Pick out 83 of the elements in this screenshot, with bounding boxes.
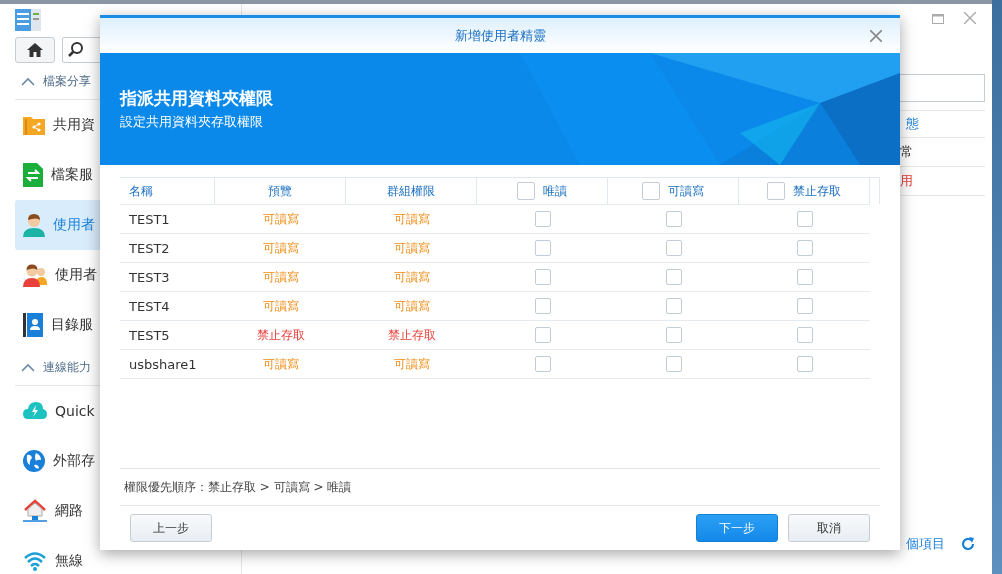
checkbox[interactable]: [796, 211, 813, 227]
table-cell: 可讀寫: [262, 355, 299, 373]
table-cell: 可讀寫: [393, 355, 430, 373]
column-header[interactable]: 預覽: [215, 178, 346, 204]
file-transfer-icon: [23, 163, 43, 187]
refresh-icon[interactable]: [961, 537, 975, 551]
checkbox[interactable]: [665, 327, 682, 343]
users-icon: [23, 263, 47, 287]
priority-note: 權限優先順序：禁止存取 > 可讀寫 > 唯讀: [124, 478, 352, 496]
checkbox[interactable]: [767, 182, 785, 200]
checkbox[interactable]: [534, 269, 551, 285]
column-header[interactable]: 可讀寫: [608, 178, 739, 204]
network-icon: [23, 499, 47, 523]
checkbox[interactable]: [665, 356, 682, 372]
table-cell: usbshare1: [129, 356, 197, 372]
sidebar-item[interactable]: 共用資: [15, 100, 108, 150]
app-icon: [15, 9, 41, 31]
table-cell: 用: [900, 172, 913, 190]
dialog-button[interactable]: 上一步: [130, 514, 212, 542]
wifi-icon: [23, 551, 47, 571]
checkbox[interactable]: [796, 356, 813, 372]
checkbox[interactable]: [665, 298, 682, 314]
sidebar-item[interactable]: 目錄服: [15, 300, 108, 350]
home-icon: [26, 42, 44, 58]
sidebar-item[interactable]: 外部存: [15, 436, 108, 486]
table-cell: 可讀寫: [393, 210, 430, 228]
table-cell: TEST2: [129, 240, 170, 256]
checkbox[interactable]: [534, 327, 551, 343]
section-title: 檔案分享: [43, 73, 91, 90]
checkbox[interactable]: [796, 298, 813, 314]
sidebar-item[interactable]: 檔案服: [15, 150, 108, 200]
sidebar-item[interactable]: 無線: [15, 536, 108, 574]
table-cell: 可讀寫: [262, 297, 299, 315]
globe-icon: [23, 450, 45, 472]
step-heading: 指派共用資料夾權限: [120, 87, 274, 110]
table-cell: 可讀寫: [262, 210, 299, 228]
table-cell: TEST4: [129, 298, 170, 314]
checkbox[interactable]: [642, 182, 660, 200]
table-cell: 可讀寫: [393, 239, 430, 257]
chevron-icon: [21, 363, 35, 372]
table-cell: TEST1: [129, 211, 170, 227]
table-cell: 禁止存取: [256, 326, 305, 344]
checkbox[interactable]: [796, 327, 813, 343]
checkbox[interactable]: [796, 240, 813, 256]
column-header[interactable]: 唯讀: [477, 178, 608, 204]
next-button[interactable]: 下一步: [696, 514, 778, 542]
table-cell: TEST5: [129, 327, 170, 343]
table-cell: 可讀寫: [393, 297, 430, 315]
table-cell: 禁止存取: [387, 326, 436, 344]
sidebar-item[interactable]: 網路: [15, 486, 108, 536]
item-count: 個項目: [906, 535, 945, 553]
shared-folder-icon: [23, 114, 45, 136]
checkbox[interactable]: [665, 211, 682, 227]
chevron-icon: [21, 77, 35, 86]
column-header[interactable]: 禁止存取: [739, 178, 870, 204]
sidebar-item[interactable]: Quick: [15, 386, 108, 436]
checkbox[interactable]: [665, 269, 682, 285]
dialog-button[interactable]: 取消: [788, 514, 870, 542]
sidebar-item[interactable]: 使用者: [15, 250, 108, 300]
checkbox[interactable]: [517, 182, 535, 200]
search-icon: [67, 41, 85, 59]
dialog-title: 新增使用者精靈: [454, 26, 546, 45]
table-cell: TEST3: [129, 269, 170, 285]
column-header[interactable]: 名稱: [120, 178, 215, 204]
contact-book-icon: [23, 313, 43, 337]
checkbox[interactable]: [534, 211, 551, 227]
checkbox[interactable]: [796, 269, 813, 285]
checkbox[interactable]: [534, 240, 551, 256]
step-subheading: 設定共用資料夾存取權限: [120, 113, 264, 131]
section-title: 連線能力: [43, 359, 91, 376]
checkbox[interactable]: [665, 240, 682, 256]
home-button[interactable]: [15, 37, 55, 63]
table-cell: 可讀寫: [262, 239, 299, 257]
table-cell: 可讀寫: [262, 268, 299, 286]
checkbox[interactable]: [534, 298, 551, 314]
column-header[interactable]: 群組權限: [346, 178, 477, 204]
checkbox[interactable]: [534, 356, 551, 372]
close-icon[interactable]: [870, 30, 882, 42]
table-cell: 常: [900, 143, 913, 161]
cloud-icon: [23, 401, 47, 421]
table-cell: 可讀寫: [393, 268, 430, 286]
user-icon: [23, 213, 45, 237]
column-header[interactable]: 態: [906, 115, 919, 133]
